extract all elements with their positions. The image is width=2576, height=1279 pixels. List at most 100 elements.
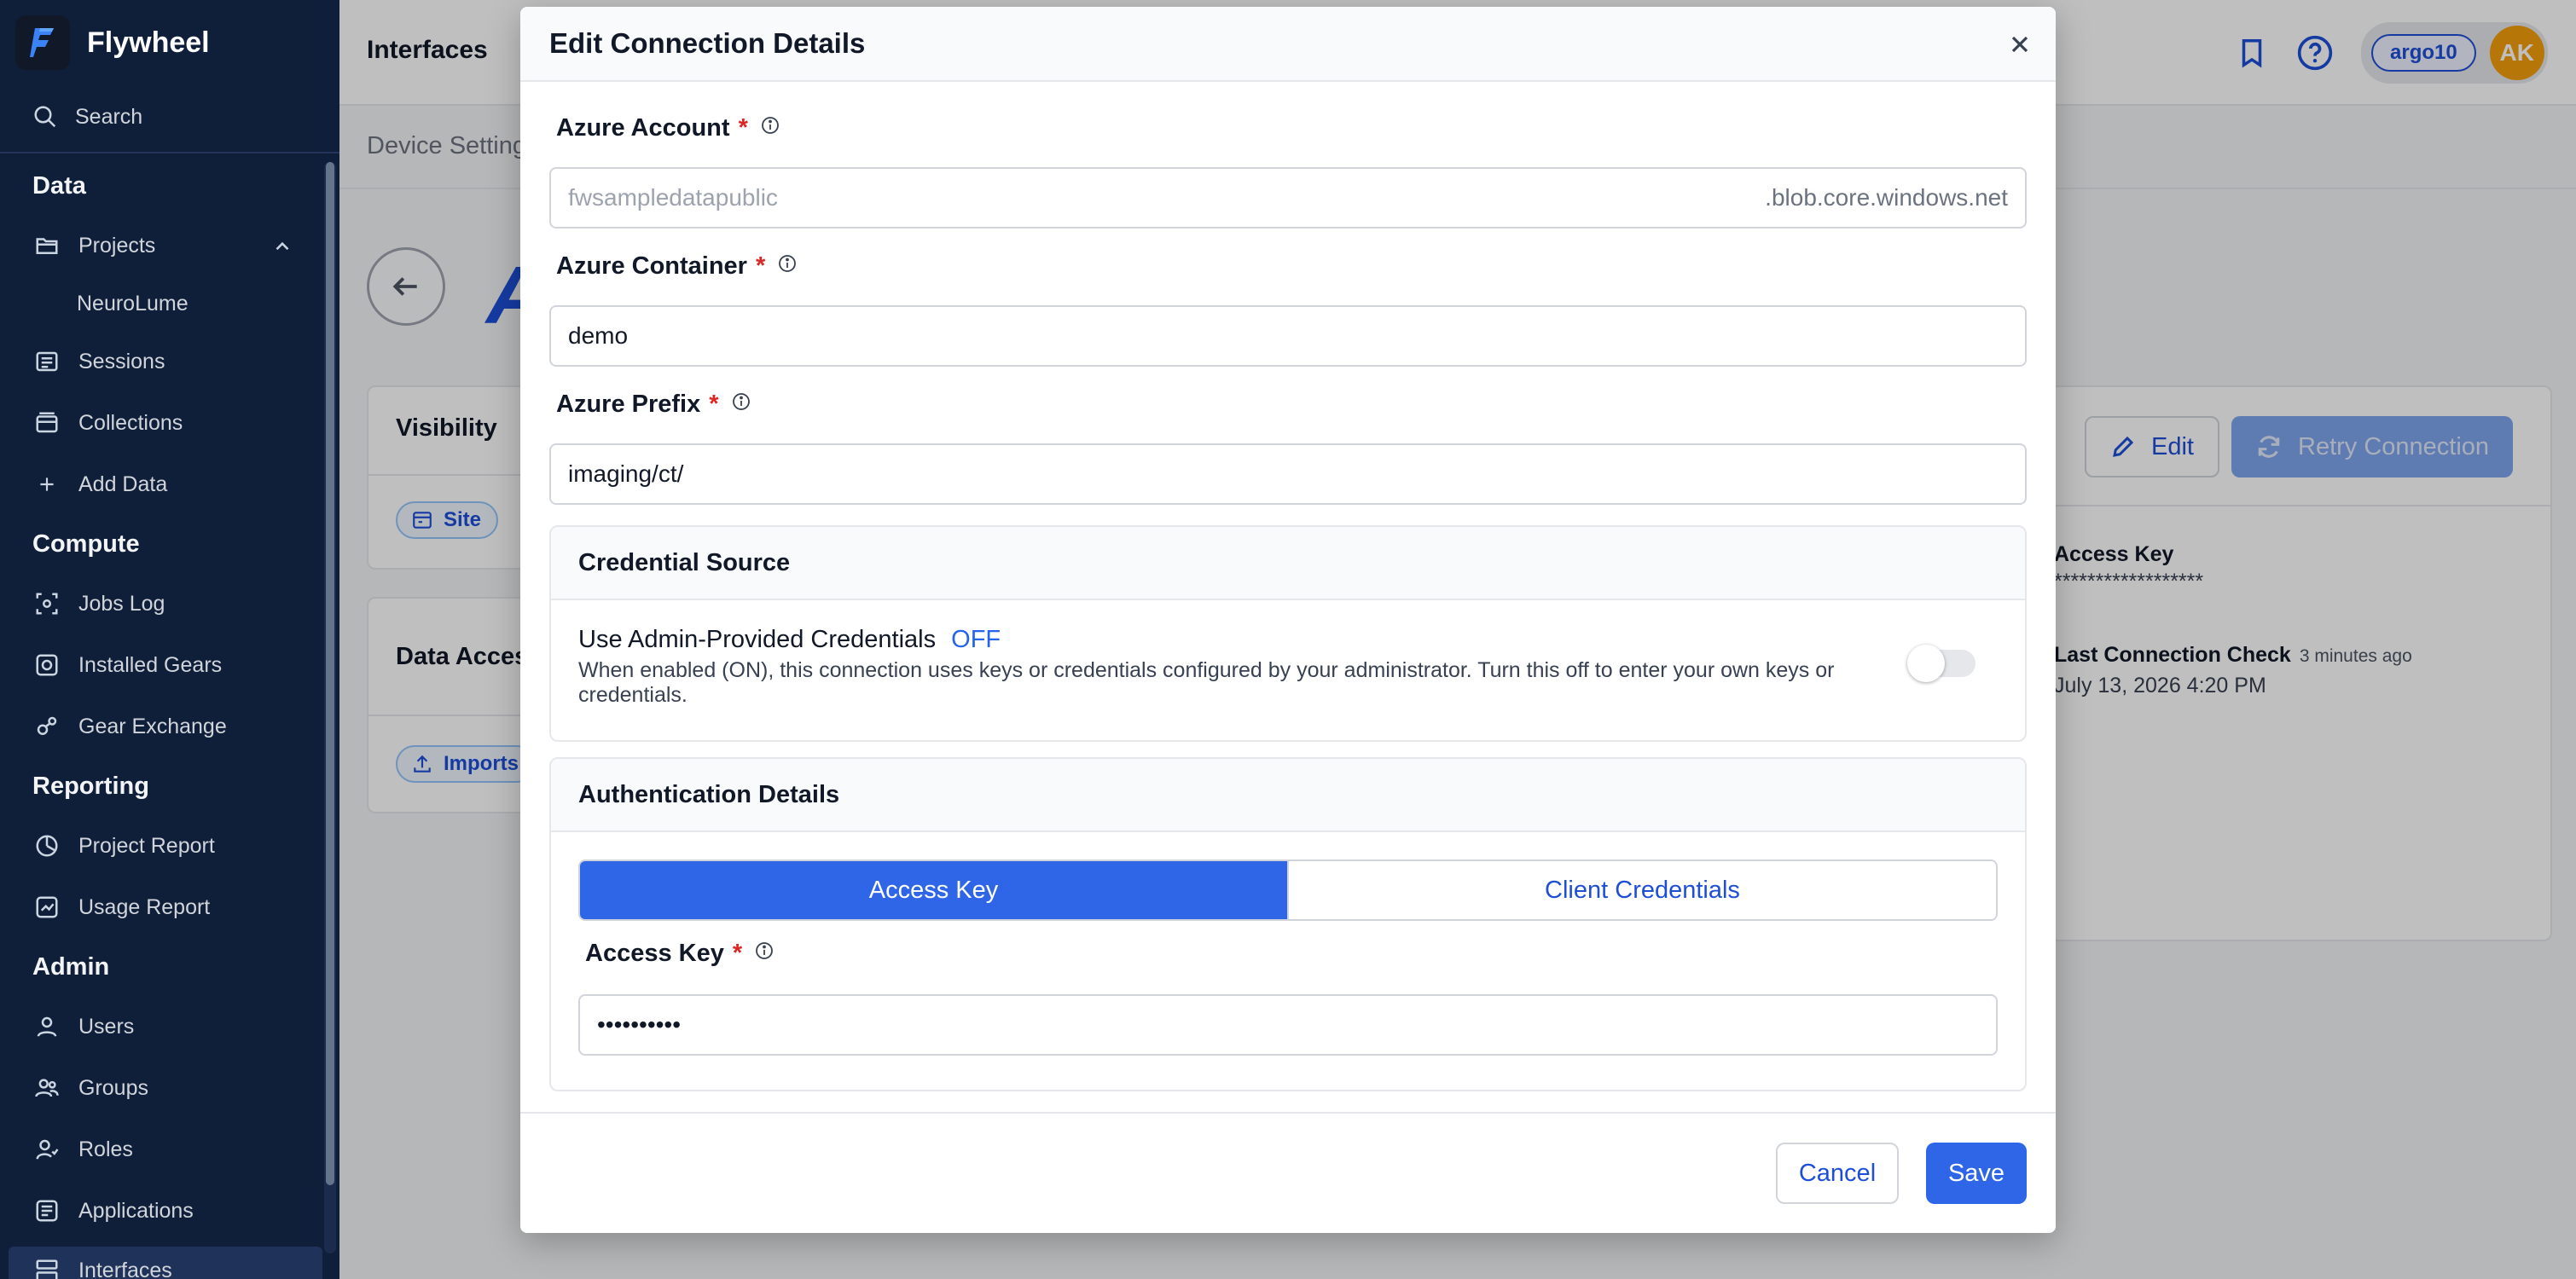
- credential-source-panel: Credential Source Use Admin-Provided Cre…: [549, 525, 2027, 742]
- save-button[interactable]: Save: [1926, 1143, 2027, 1204]
- sidebar-item-collections[interactable]: Collections: [32, 404, 305, 442]
- sidebar-item-gear-exchange[interactable]: Gear Exchange: [32, 708, 305, 745]
- sidebar-item-interfaces[interactable]: Interfaces: [32, 1252, 305, 1279]
- close-icon: [2010, 34, 2030, 55]
- collections-icon: [32, 408, 61, 437]
- section-admin: Admin: [32, 953, 110, 981]
- azure-account-suffix: .blob.core.windows.net: [1765, 184, 2008, 211]
- groups-icon: [32, 1074, 61, 1102]
- sidebar-item-usage-report[interactable]: Usage Report: [32, 888, 305, 926]
- folder-icon: [32, 231, 61, 260]
- sidebar-item-label: Usage Report: [78, 894, 211, 919]
- flywheel-logo-icon: [15, 15, 70, 70]
- admin-credentials-toggle[interactable]: [1907, 645, 1976, 682]
- tab-access-key[interactable]: Access Key: [580, 861, 1287, 919]
- sidebar-item-label: Gear Exchange: [78, 714, 227, 738]
- sidebar-item-users[interactable]: Users: [32, 1008, 305, 1045]
- sidebar-item-label: Groups: [78, 1075, 148, 1100]
- section-reporting: Reporting: [32, 773, 149, 800]
- info-icon[interactable]: [731, 391, 751, 419]
- roles-icon: [32, 1135, 61, 1164]
- azure-prefix-input[interactable]: imaging/ct/: [549, 443, 2027, 505]
- sidebar-item-label: Collections: [78, 410, 183, 435]
- admin-credentials-state: OFF: [951, 626, 1001, 653]
- azure-account-input[interactable]: fwsampledatapublic .blob.core.windows.ne…: [549, 167, 2027, 229]
- edit-connection-modal: Edit Connection Details Azure Account * …: [520, 7, 2056, 1233]
- search-icon: [32, 104, 58, 130]
- sidebar-item-label: Interfaces: [78, 1258, 172, 1279]
- sidebar-item-label: Users: [78, 1014, 135, 1039]
- applications-icon: [32, 1196, 61, 1225]
- jobs-log-icon: [32, 589, 61, 618]
- sidebar: Flywheel Search Data Projects NeuroLume …: [0, 0, 339, 1279]
- modal-title: Edit Connection Details: [549, 27, 866, 59]
- sidebar-item-projects[interactable]: Projects: [32, 227, 305, 264]
- chevron-up-icon[interactable]: [271, 235, 293, 262]
- sidebar-item-label: Sessions: [78, 349, 165, 373]
- sidebar-item-jobs-log[interactable]: Jobs Log: [32, 585, 305, 622]
- credential-source-title: Credential Source: [551, 527, 2025, 600]
- sidebar-item-roles[interactable]: Roles: [32, 1131, 305, 1168]
- info-icon[interactable]: [760, 114, 780, 142]
- sidebar-item-label: Projects: [78, 233, 156, 258]
- sidebar-item-label: Roles: [78, 1137, 133, 1161]
- access-key-input[interactable]: ••••••••••: [578, 994, 1998, 1056]
- sidebar-item-sessions[interactable]: Sessions: [32, 343, 305, 380]
- sidebar-scrollbar-thumb[interactable]: [326, 162, 334, 1185]
- gear-icon: [32, 651, 61, 680]
- sidebar-item-add-data[interactable]: Add Data: [32, 466, 305, 503]
- sidebar-item-label: Add Data: [78, 472, 168, 496]
- azure-container-input[interactable]: demo: [549, 305, 2027, 367]
- required-mark: *: [738, 114, 748, 142]
- authentication-panel: Authentication Details Access Key Client…: [549, 757, 2027, 1091]
- sidebar-item-groups[interactable]: Groups: [32, 1069, 305, 1107]
- sidebar-item-project-report[interactable]: Project Report: [32, 827, 305, 865]
- sidebar-search[interactable]: Search: [32, 104, 142, 130]
- project-report-icon: [32, 831, 61, 860]
- sidebar-item-applications[interactable]: Applications: [32, 1192, 305, 1230]
- azure-account-label: Azure Account *: [556, 114, 780, 142]
- azure-account-label-text: Azure Account: [556, 114, 730, 142]
- cancel-button[interactable]: Cancel: [1776, 1143, 1899, 1204]
- sidebar-item-neurolume[interactable]: NeuroLume: [77, 292, 189, 316]
- user-icon: [32, 1012, 61, 1041]
- brand[interactable]: Flywheel: [15, 15, 210, 70]
- tab-client-credentials[interactable]: Client Credentials: [1287, 861, 1996, 919]
- admin-credentials-label-text: Use Admin-Provided Credentials: [578, 626, 937, 653]
- brand-name: Flywheel: [87, 26, 210, 59]
- sidebar-item-label: Jobs Log: [78, 591, 165, 616]
- azure-container-label: Azure Container *: [556, 252, 798, 281]
- modal-header: Edit Connection Details: [520, 7, 2056, 82]
- search-label: Search: [75, 104, 143, 129]
- azure-prefix-value: imaging/ct/: [568, 460, 684, 487]
- access-key-field-label-text: Access Key: [585, 940, 724, 967]
- info-icon[interactable]: [777, 252, 798, 281]
- sidebar-divider: [0, 152, 339, 153]
- azure-account-placeholder: fwsampledatapublic: [568, 184, 778, 211]
- required-mark: *: [732, 940, 743, 967]
- gear-exchange-icon: [32, 712, 61, 741]
- access-key-field-label: Access Key *: [585, 940, 775, 968]
- plus-icon: [32, 470, 61, 499]
- authentication-title: Authentication Details: [551, 759, 2025, 832]
- toggle-knob: [1907, 645, 1945, 682]
- info-icon[interactable]: [754, 940, 775, 968]
- azure-prefix-label-text: Azure Prefix: [556, 391, 701, 418]
- required-mark: *: [755, 252, 766, 280]
- sidebar-item-label: Applications: [78, 1198, 194, 1223]
- usage-report-icon: [32, 893, 61, 922]
- sidebar-item-label: Installed Gears: [78, 652, 223, 677]
- admin-credentials-description: When enabled (ON), this connection uses …: [578, 658, 1835, 707]
- azure-container-value: demo: [568, 322, 629, 349]
- sidebar-item-label: Project Report: [78, 833, 215, 858]
- close-button[interactable]: [2005, 29, 2035, 60]
- auth-method-tabs: Access Key Client Credentials: [578, 859, 1998, 921]
- sidebar-item-installed-gears[interactable]: Installed Gears: [32, 646, 305, 684]
- interfaces-icon: [32, 1256, 61, 1279]
- access-key-value: ••••••••••: [597, 1011, 682, 1038]
- section-data: Data: [32, 172, 86, 200]
- section-compute: Compute: [32, 530, 140, 558]
- azure-prefix-label: Azure Prefix *: [556, 391, 751, 419]
- azure-container-label-text: Azure Container: [556, 252, 747, 280]
- modal-footer: Cancel Save: [520, 1112, 2056, 1233]
